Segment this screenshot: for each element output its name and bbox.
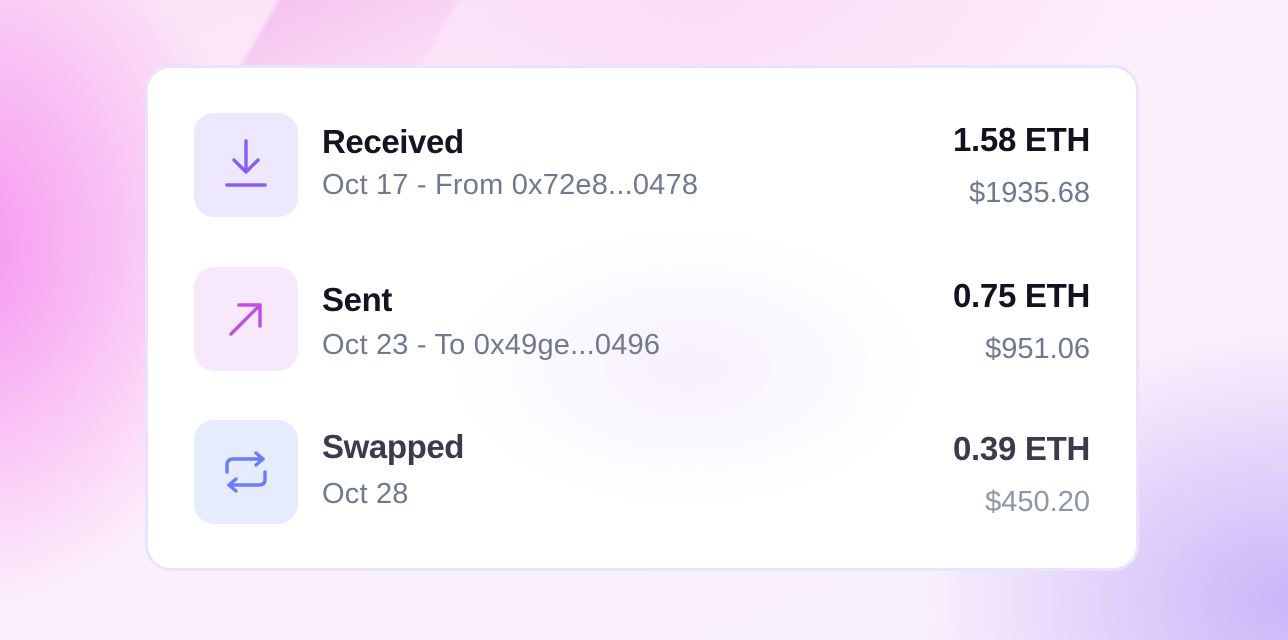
transaction-fiat-value: $951.06 bbox=[985, 333, 1090, 365]
transaction-type: Swapped bbox=[322, 428, 465, 465]
received-icon-tile bbox=[194, 113, 298, 217]
transaction-amount: 1.58 ETH bbox=[953, 121, 1090, 158]
arrow-up-right-icon bbox=[229, 303, 262, 336]
transaction-amount: 0.39 ETH bbox=[953, 430, 1090, 467]
download-arrow-icon bbox=[225, 139, 267, 187]
transaction-type: Sent bbox=[322, 281, 392, 318]
transaction-row-swapped[interactable]: Swapped Oct 28 0.39 ETH $450.20 bbox=[194, 420, 1090, 524]
transaction-fiat-value: $1935.68 bbox=[969, 177, 1090, 209]
transaction-fiat-value: $450.20 bbox=[985, 486, 1090, 518]
transaction-amount: 0.75 ETH bbox=[953, 277, 1090, 314]
swapped-icon-tile bbox=[194, 420, 298, 524]
transactions-card: Received Oct 17 - From 0x72e8...0478 1.5… bbox=[145, 65, 1139, 571]
swap-arrows-icon bbox=[225, 451, 267, 493]
transaction-row-received[interactable]: Received Oct 17 - From 0x72e8...0478 1.5… bbox=[194, 113, 1090, 217]
transaction-type: Received bbox=[322, 123, 464, 160]
sent-icon-tile bbox=[194, 267, 298, 371]
transaction-row-sent[interactable]: Sent Oct 23 - To 0x49ge...0496 0.75 ETH … bbox=[194, 267, 1090, 371]
transaction-details: Oct 23 - To 0x49ge...0496 bbox=[322, 329, 661, 361]
transaction-details: Oct 17 - From 0x72e8...0478 bbox=[322, 169, 699, 201]
transaction-details: Oct 28 bbox=[322, 478, 409, 510]
